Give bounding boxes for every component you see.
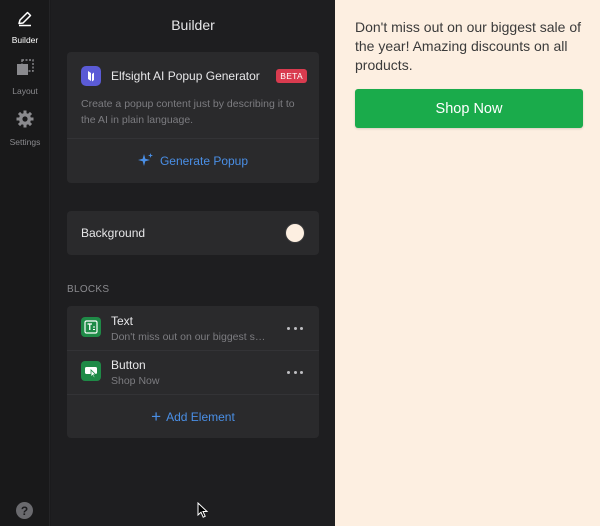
more-options-icon[interactable] bbox=[287, 321, 303, 335]
shop-now-button[interactable]: Shop Now bbox=[355, 89, 583, 128]
block-name: Text bbox=[111, 314, 134, 328]
block-preview-text: Don't miss out on our biggest sale of th… bbox=[111, 331, 271, 343]
builder-panel: Builder Elfsight AI Popup Generator BETA… bbox=[51, 0, 335, 526]
gear-icon bbox=[15, 109, 35, 134]
blocks-heading: BLOCKS bbox=[67, 284, 110, 295]
add-element-button[interactable]: + Add Element bbox=[67, 395, 319, 438]
rail-item-label: Layout bbox=[12, 86, 38, 96]
rail-item-settings[interactable]: Settings bbox=[0, 109, 50, 147]
rail-item-label: Settings bbox=[9, 137, 41, 147]
button-block-icon bbox=[81, 361, 101, 381]
text-block-icon bbox=[81, 317, 101, 337]
pencil-icon bbox=[16, 9, 34, 32]
rail-item-builder[interactable]: Builder bbox=[0, 9, 50, 45]
block-item-button[interactable]: Button Shop Now bbox=[67, 350, 319, 394]
block-item-text[interactable]: Text Don't miss out on our biggest sale … bbox=[67, 306, 319, 350]
elfsight-logo-icon bbox=[81, 66, 101, 86]
background-setting-row[interactable]: Background bbox=[67, 211, 319, 255]
popup-preview: Don't miss out on our biggest sale of th… bbox=[335, 0, 600, 526]
popup-text: Don't miss out on our biggest sale of th… bbox=[355, 19, 582, 73]
generate-popup-button[interactable]: Generate Popup bbox=[67, 139, 319, 183]
rail-item-label: Builder bbox=[11, 35, 39, 45]
beta-badge: BETA bbox=[276, 69, 307, 83]
more-options-icon[interactable] bbox=[287, 365, 303, 379]
add-element-label: Add Element bbox=[166, 409, 235, 424]
generate-popup-label: Generate Popup bbox=[159, 154, 249, 168]
ai-card-title: Elfsight AI Popup Generator bbox=[111, 69, 260, 83]
sparkle-icon bbox=[137, 152, 160, 171]
block-preview-text: Shop Now bbox=[111, 375, 160, 387]
mouse-cursor-icon bbox=[197, 501, 209, 524]
ai-generator-card: Elfsight AI Popup Generator BETA Create … bbox=[67, 52, 319, 183]
background-label: Background bbox=[81, 226, 146, 240]
help-icon[interactable]: ? bbox=[16, 502, 33, 519]
left-nav-rail: Builder Layout Settings ? bbox=[0, 0, 50, 526]
plus-icon: + bbox=[151, 406, 162, 426]
panel-title: Builder bbox=[171, 17, 215, 33]
layout-icon bbox=[15, 58, 35, 83]
rail-item-layout[interactable]: Layout bbox=[0, 58, 50, 96]
block-name: Button bbox=[111, 358, 146, 372]
ai-card-description: Create a popup content just by describin… bbox=[81, 98, 295, 126]
background-color-swatch[interactable] bbox=[285, 223, 305, 243]
blocks-list: Text Don't miss out on our biggest sale … bbox=[67, 306, 319, 438]
